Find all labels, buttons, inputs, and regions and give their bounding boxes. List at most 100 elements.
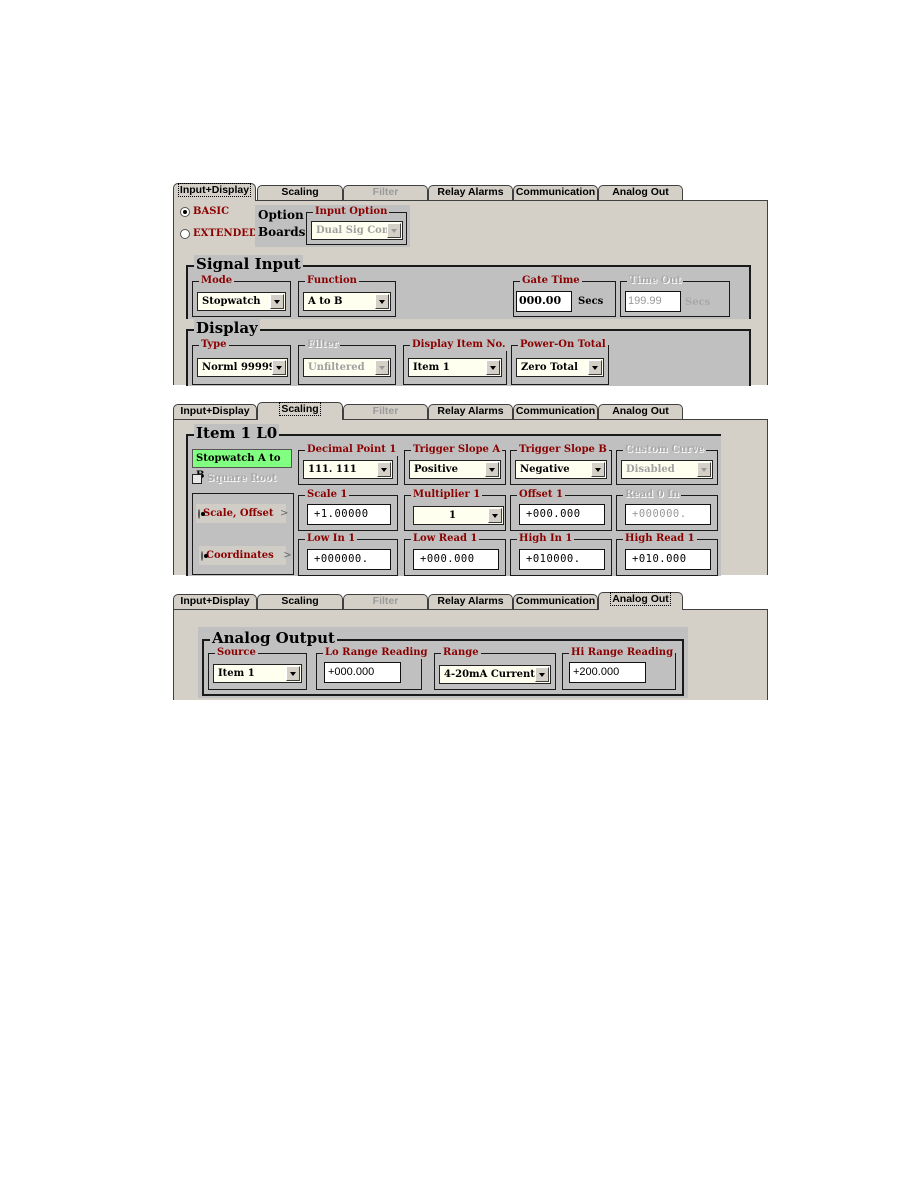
select-value: 4-20mA Current xyxy=(444,669,535,680)
radio-basic[interactable]: BASIC xyxy=(180,206,229,217)
dropdown-arrow-icon xyxy=(375,294,389,309)
tab-filter[interactable]: Filter xyxy=(343,404,428,419)
time-out-unit: Secs xyxy=(685,297,711,308)
type-select[interactable]: Norml 999999 xyxy=(197,358,288,377)
tab-input-display[interactable]: Input+Display xyxy=(173,404,257,419)
range-select[interactable]: 4-20mA Current xyxy=(439,665,551,684)
square-root-checkbox[interactable]: Square Root xyxy=(192,473,276,484)
dropdown-arrow-icon xyxy=(485,462,499,477)
tab-analog-out[interactable]: Analog Out xyxy=(598,404,683,419)
source-group: Source Item 1 xyxy=(208,646,307,690)
display-item-no-group: Display Item No. Item 1 xyxy=(403,338,508,385)
decimal-point-group: Decimal Point 1 111. 111 xyxy=(298,443,399,485)
scaling-panel: Input+Display Scaling Filter Relay Alarm… xyxy=(173,402,768,576)
select-value: 1 xyxy=(449,510,456,521)
display-title: Display xyxy=(194,319,260,337)
lo-range-reading-label: Lo Range Reading xyxy=(323,646,430,659)
select-value: Item 1 xyxy=(218,668,255,679)
radio-extended[interactable]: EXTENDED xyxy=(180,228,258,239)
display-item-no-select[interactable]: Item 1 xyxy=(408,358,502,377)
scale-input[interactable]: +1.00000 xyxy=(307,504,391,525)
multiplier-select[interactable]: 1 xyxy=(413,506,504,525)
type-group: Type Norml 999999 xyxy=(192,338,291,385)
radio-coordinates[interactable]: Coordinates > xyxy=(199,546,292,565)
tab-analog-out[interactable]: Analog Out xyxy=(598,185,683,200)
tab-input-display[interactable]: Input+Display xyxy=(173,594,257,609)
low-read-group: Low Read 1 +000.000 xyxy=(404,532,506,576)
tab-input-display[interactable]: Input+Display xyxy=(173,183,256,201)
low-read-label: Low Read 1 xyxy=(411,532,480,545)
tab-scaling[interactable]: Scaling xyxy=(257,185,343,200)
power-on-total-select[interactable]: Zero Total xyxy=(516,358,604,377)
read-0-in-input[interactable]: +000000. xyxy=(625,504,711,525)
tab-scaling[interactable]: Scaling xyxy=(257,594,343,609)
low-read-input[interactable]: +000.000 xyxy=(413,549,499,570)
dropdown-arrow-icon xyxy=(375,360,389,375)
tab-filter[interactable]: Filter xyxy=(343,594,428,609)
custom-curve-select[interactable]: Disabled xyxy=(621,460,713,479)
read-0-in-label: Read 0 In xyxy=(623,488,682,501)
item-title: Item 1 L0 xyxy=(194,424,280,442)
offset-input[interactable]: +000.000 xyxy=(519,504,605,525)
analog-out-panel: Input+Display Scaling Filter Relay Alarm… xyxy=(173,592,768,700)
filter-select[interactable]: Unfiltered xyxy=(303,358,391,377)
dropdown-arrow-icon xyxy=(286,666,300,681)
select-value: Norml 999999 xyxy=(202,362,283,373)
trigger-slope-b-select[interactable]: Negative xyxy=(515,460,607,479)
dropdown-arrow-icon xyxy=(588,360,602,375)
trigger-slope-a-select[interactable]: Positive xyxy=(409,460,501,479)
dropdown-arrow-icon xyxy=(387,223,401,238)
tab-label: Input+Display xyxy=(177,183,252,197)
select-value: Zero Total xyxy=(521,362,578,373)
hi-range-reading-input[interactable]: +200.000 xyxy=(569,662,646,683)
hi-range-reading-group: Hi Range Reading +200.000 xyxy=(562,646,676,690)
tab-communication[interactable]: Communication xyxy=(513,594,598,609)
trigger-slope-b-label: Trigger Slope B xyxy=(517,443,609,456)
radio-selected-icon xyxy=(201,550,208,561)
display-item-no-label: Display Item No. xyxy=(410,338,508,351)
source-select[interactable]: Item 1 xyxy=(213,664,302,683)
power-on-total-label: Power-On Total xyxy=(518,338,608,351)
input-option-select[interactable]: Dual Sig Cond xyxy=(311,221,403,240)
tab-analog-out[interactable]: Analog Out xyxy=(598,592,683,610)
option-label: Option xyxy=(258,208,304,222)
low-in-input[interactable]: +000000. xyxy=(307,549,391,570)
tab-communication[interactable]: Communication xyxy=(513,404,598,419)
tab-relay-alarms[interactable]: Relay Alarms xyxy=(428,594,513,609)
tab-filter[interactable]: Filter xyxy=(343,185,428,200)
tab-strip: Input+Display Scaling Filter Relay Alarm… xyxy=(173,402,768,420)
tab-communication[interactable]: Communication xyxy=(513,185,598,200)
checkbox-icon xyxy=(192,473,202,484)
read-0-in-group: Read 0 In +000000. xyxy=(616,488,718,531)
decimal-point-select[interactable]: 111. 111 xyxy=(303,460,393,479)
radio-selected-icon xyxy=(198,508,205,519)
item-section: Item 1 L0 Stopwatch A to B Square Root S… xyxy=(186,424,721,576)
tab-relay-alarms[interactable]: Relay Alarms xyxy=(428,185,513,200)
tab-scaling[interactable]: Scaling xyxy=(257,402,343,420)
lo-range-reading-input[interactable]: +000.000 xyxy=(324,662,401,683)
analog-output-section: Analog Output Source Item 1 Lo Range Rea… xyxy=(202,629,684,696)
select-value: 111. 111 xyxy=(308,464,357,475)
decimal-point-label: Decimal Point 1 xyxy=(305,443,399,456)
select-value: Disabled xyxy=(626,464,675,475)
select-value: Positive xyxy=(414,464,458,475)
function-select[interactable]: A to B xyxy=(303,292,391,311)
high-read-label: High Read 1 xyxy=(623,532,697,545)
function-label: Function xyxy=(305,274,359,287)
gate-time-input[interactable]: 000.00 xyxy=(516,291,572,312)
tab-strip: Input+Display Scaling Filter Relay Alarm… xyxy=(173,183,768,201)
filter-label: Filter xyxy=(305,338,340,351)
offset-group: Offset 1 +000.000 xyxy=(510,488,612,531)
mode-select[interactable]: Stopwatch xyxy=(197,292,286,311)
power-on-total-group: Power-On Total Zero Total xyxy=(511,338,609,385)
trigger-slope-a-group: Trigger Slope A Positive xyxy=(404,443,506,485)
tab-relay-alarms[interactable]: Relay Alarms xyxy=(428,404,513,419)
function-group: Function A to B xyxy=(298,274,396,317)
time-out-input[interactable]: 199.99 xyxy=(625,291,681,312)
custom-curve-group: Custom Curve Disabled xyxy=(616,443,718,485)
radio-scale-offset[interactable]: Scale, Offset > xyxy=(196,504,288,523)
input-option-group: Input Option Dual Sig Cond xyxy=(306,205,407,245)
tab-label: Scaling xyxy=(279,402,321,416)
high-read-input[interactable]: +010.000 xyxy=(625,549,711,570)
high-in-input[interactable]: +010000. xyxy=(519,549,605,570)
